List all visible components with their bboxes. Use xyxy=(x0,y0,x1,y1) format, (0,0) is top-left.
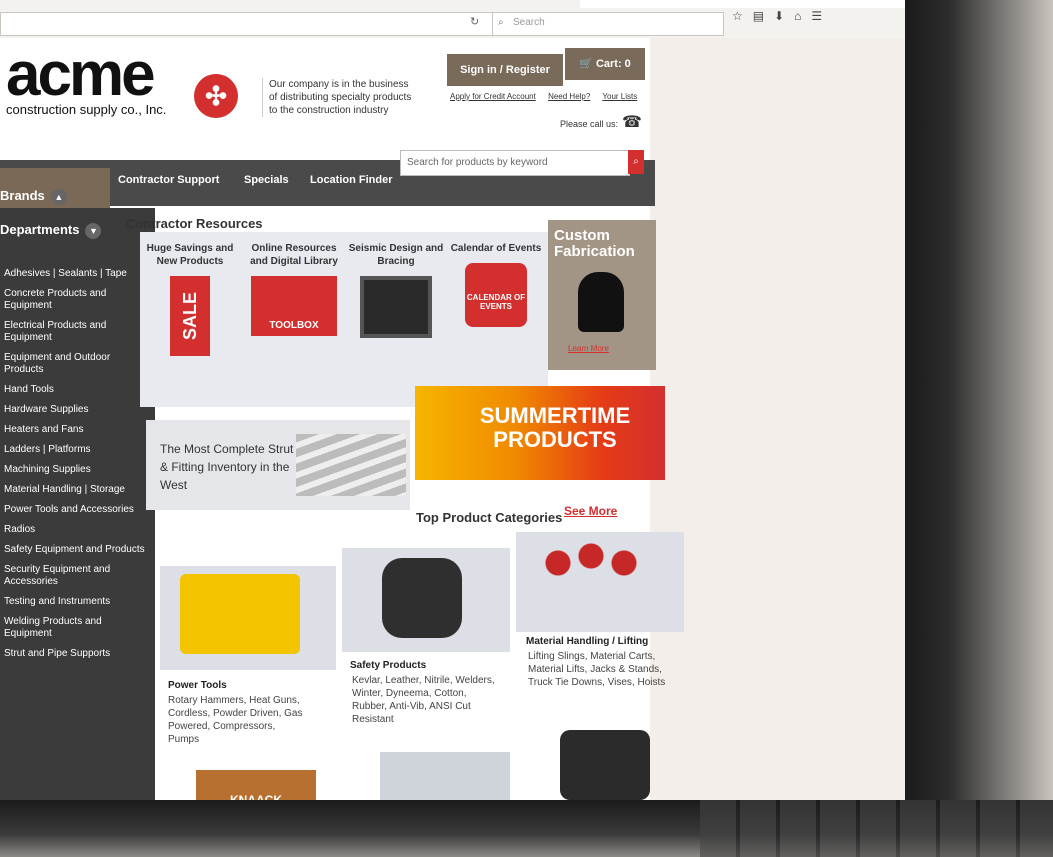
browser-search-input[interactable]: ⌕ Search xyxy=(492,12,724,36)
strut-banner[interactable]: The Most Complete Strut & Fitting Invent… xyxy=(146,420,410,510)
dept-item[interactable]: Machining Supplies xyxy=(4,464,149,476)
dept-item[interactable]: Electrical Products and Equipment xyxy=(4,320,149,344)
category-desc: Kevlar, Leather, Nitrile, Welders, Winte… xyxy=(352,675,495,725)
acme-logo[interactable]: acme construction supply co., Inc. ✣ xyxy=(6,44,238,118)
laser-level-image[interactable] xyxy=(560,730,650,800)
monitor-icon xyxy=(360,276,432,338)
dept-item[interactable]: Adhesives | Sealants | Tape xyxy=(4,268,149,280)
strut-rails-image xyxy=(296,434,406,496)
brands-toggle[interactable]: Brands ▲ xyxy=(0,188,110,205)
keyboard xyxy=(700,800,1053,857)
learn-more-link[interactable]: Learn More xyxy=(568,344,609,353)
nav-contractor-support[interactable]: Contractor Support xyxy=(118,174,219,186)
header-links: Apply for Credit Account Need Help? Your… xyxy=(450,92,647,101)
reload-icon[interactable]: ↻ xyxy=(470,15,479,28)
dept-item[interactable]: Concrete Products and Equipment xyxy=(4,288,149,312)
dept-item[interactable]: Material Handling | Storage xyxy=(4,484,149,496)
company-tagline: Our company is in the business of distri… xyxy=(262,78,419,117)
need-help-link[interactable]: Need Help? xyxy=(548,92,590,101)
dept-item[interactable]: Ladders | Platforms xyxy=(4,444,149,456)
roller-stand-image xyxy=(536,542,646,612)
search-icon: ⌕ xyxy=(498,17,504,28)
cart-button[interactable]: 🛒 Cart: 0 xyxy=(565,48,645,80)
department-list: Adhesives | Sealants | Tape Concrete Pro… xyxy=(4,268,149,668)
category-title[interactable]: Material Handling / Lifting xyxy=(526,636,648,647)
dept-item[interactable]: Testing and Instruments xyxy=(4,596,149,608)
chevron-up-icon: ▲ xyxy=(50,189,67,205)
contractor-resources-panel: Huge Savings and New Products SALE Onlin… xyxy=(140,232,548,407)
sign-in-button[interactable]: Sign in / Register xyxy=(447,54,563,86)
calendar-icon: CALENDAR OF EVENTS xyxy=(465,263,527,327)
see-more-link[interactable]: See More xyxy=(564,504,617,518)
sale-tag-icon: SALE xyxy=(170,276,210,356)
power-tools-image[interactable] xyxy=(160,566,336,670)
welder-image xyxy=(578,272,624,332)
category-desc: Lifting Slings, Material Carts, Material… xyxy=(528,651,666,688)
summertime-banner[interactable]: SUMMERTIME PRODUCTS xyxy=(415,386,665,480)
laptop-photo: ↻ ⌕ Search ☆▤⬇⌂☰ acme construction suppl… xyxy=(0,0,1053,857)
dept-item[interactable]: Heaters and Fans xyxy=(4,424,149,436)
dept-item[interactable]: Radios xyxy=(4,524,149,536)
page-background xyxy=(650,38,912,800)
product-search-input[interactable]: Search for products by keyword xyxy=(400,150,630,176)
dept-item[interactable]: Hardware Supplies xyxy=(4,404,149,416)
drill-image xyxy=(180,574,300,654)
browser-window: ↻ ⌕ Search ☆▤⬇⌂☰ acme construction suppl… xyxy=(0,0,912,800)
safety-products-image[interactable] xyxy=(342,548,510,652)
dept-item[interactable]: Equipment and Outdoor Products xyxy=(4,352,149,376)
url-bar[interactable] xyxy=(0,12,522,36)
dept-item[interactable]: Security Equipment and Accessories xyxy=(4,564,149,588)
departments-toggle[interactable]: Departments ▼ xyxy=(0,222,110,250)
dept-item[interactable]: Safety Equipment and Products xyxy=(4,544,149,556)
category-title[interactable]: Power Tools xyxy=(168,680,227,691)
laptop-bezel xyxy=(905,0,1053,857)
dept-item[interactable]: Power Tools and Accessories xyxy=(4,504,149,516)
phone-icon: ☎ xyxy=(622,114,642,131)
call-us: Please call us: ☎ xyxy=(560,114,642,131)
dept-item[interactable]: Hand Tools xyxy=(4,384,149,396)
top-categories-title: Top Product Categories xyxy=(416,510,563,525)
contractor-resources-title: Contractor Resources xyxy=(126,216,263,231)
gloves-image xyxy=(382,558,462,638)
logo-mark-icon: ✣ xyxy=(194,74,238,118)
nav-specials[interactable]: Specials xyxy=(244,174,289,186)
nav-location-finder[interactable]: Location Finder xyxy=(310,174,393,186)
your-lists-link[interactable]: Your Lists xyxy=(602,92,637,101)
resource-card-calendar[interactable]: Calendar of Events CALENDAR OF EVENTS xyxy=(446,242,546,327)
material-handling-image[interactable] xyxy=(516,532,684,632)
toolbar-icons[interactable]: ☆▤⬇⌂☰ xyxy=(732,9,832,23)
chevron-down-icon: ▼ xyxy=(85,223,102,239)
jobsite-box-image[interactable]: KNAACK xyxy=(196,770,316,800)
category-desc: Rotary Hammers, Heat Guns, Cordless, Pow… xyxy=(168,695,303,745)
search-button[interactable]: ⌕ xyxy=(628,150,644,174)
dept-item[interactable]: Strut and Pipe Supports xyxy=(4,648,149,660)
custom-fabrication-card[interactable]: Custom Fabrication Learn More xyxy=(548,220,656,370)
resource-card-sale[interactable]: Huge Savings and New Products SALE xyxy=(140,242,240,356)
category-title[interactable]: Safety Products xyxy=(350,660,426,671)
dept-item[interactable]: Welding Products and Equipment xyxy=(4,616,149,640)
cart-icon: 🛒 xyxy=(579,58,593,70)
resource-card-seismic[interactable]: Seismic Design and Bracing xyxy=(346,242,446,338)
cutoff-saw-image[interactable] xyxy=(380,752,510,800)
resource-card-library[interactable]: Online Resources and Digital Library TOO… xyxy=(244,242,344,336)
toolbox-icon: TOOLBOX xyxy=(251,276,337,336)
credit-account-link[interactable]: Apply for Credit Account xyxy=(450,92,536,101)
